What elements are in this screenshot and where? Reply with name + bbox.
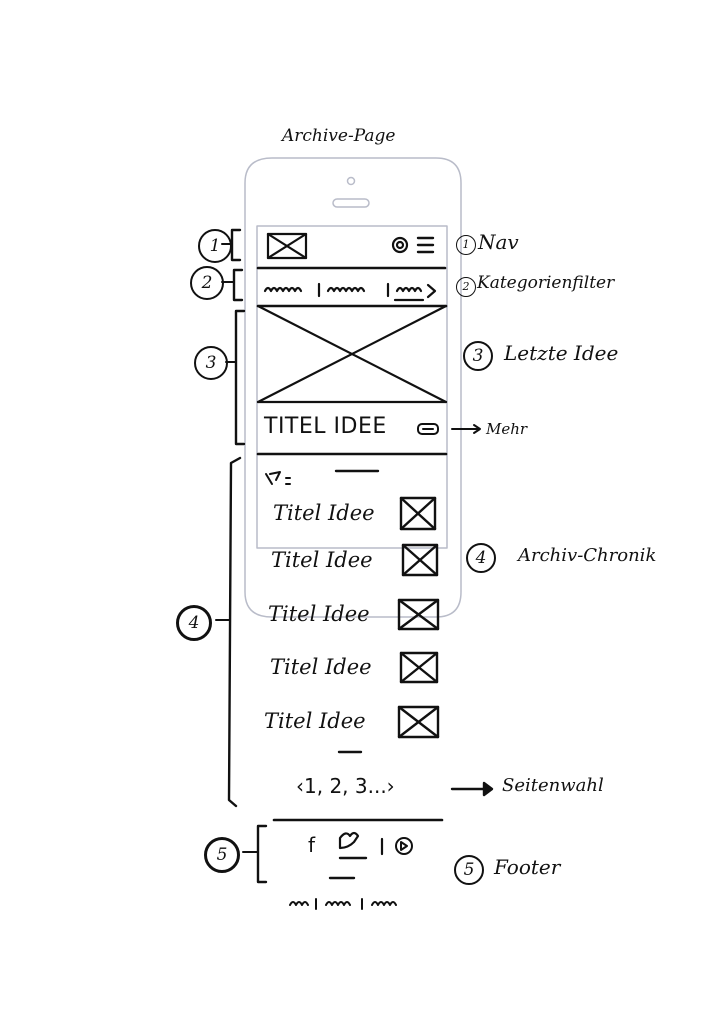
archive-mini-scribble bbox=[265, 471, 291, 485]
annotation-number-latest: 3 bbox=[463, 341, 493, 371]
bracket-filter bbox=[232, 268, 244, 302]
annotation-number-footer: 5 bbox=[454, 855, 484, 885]
section-number-latest: 3 bbox=[194, 346, 228, 380]
archive-item: Titel Idee bbox=[270, 655, 372, 679]
archive-item: Titel Idee bbox=[268, 602, 370, 626]
more-button-icon bbox=[417, 423, 439, 435]
archive-item: Titel Idee bbox=[271, 548, 373, 572]
bracket-archive bbox=[227, 456, 242, 808]
pager-arrow bbox=[450, 781, 494, 797]
archive-item: Titel Idee bbox=[264, 709, 366, 733]
annotation-latest: Letzte Idee bbox=[504, 341, 619, 365]
annotation-filter: Kategorienfilter bbox=[477, 273, 615, 293]
more-label: Mehr bbox=[486, 420, 528, 438]
archive-item: Titel Idee bbox=[273, 501, 375, 525]
youtube-icon bbox=[395, 837, 413, 855]
page-title: Archive-Page bbox=[282, 126, 396, 146]
annotation-footer: Footer bbox=[494, 855, 561, 879]
footer-links-scribble bbox=[289, 898, 397, 910]
menu-icon bbox=[416, 236, 435, 254]
section-number-filter: 2 bbox=[190, 266, 224, 300]
pagination: ‹1, 2, 3...› bbox=[296, 774, 395, 798]
annotation-number-archive: 4 bbox=[466, 543, 496, 573]
bracket-nav bbox=[230, 228, 242, 262]
more-arrow bbox=[451, 424, 481, 434]
facebook-icon: f bbox=[308, 833, 316, 857]
nav-logo-placeholder bbox=[266, 232, 308, 260]
annotation-nav: Nav bbox=[478, 230, 519, 254]
category-filter-scribble bbox=[263, 282, 437, 302]
section-number-archive: 4 bbox=[176, 605, 212, 641]
bracket-footer bbox=[256, 824, 268, 884]
section-number-nav: 1 bbox=[198, 229, 232, 263]
annotation-archive: Archiv-Chronik bbox=[518, 545, 657, 566]
section-number-footer: 5 bbox=[204, 837, 240, 873]
bracket-latest bbox=[234, 309, 246, 446]
annotation-pager: Seitenwahl bbox=[502, 775, 604, 796]
annotation-number-filter: 2 bbox=[456, 277, 476, 297]
search-icon bbox=[391, 236, 409, 254]
twitter-icon bbox=[338, 831, 360, 850]
latest-idea-image bbox=[256, 304, 448, 404]
annotation-number-nav: 1 bbox=[456, 235, 476, 255]
latest-idea-title: TITEL IDEE bbox=[264, 414, 387, 439]
